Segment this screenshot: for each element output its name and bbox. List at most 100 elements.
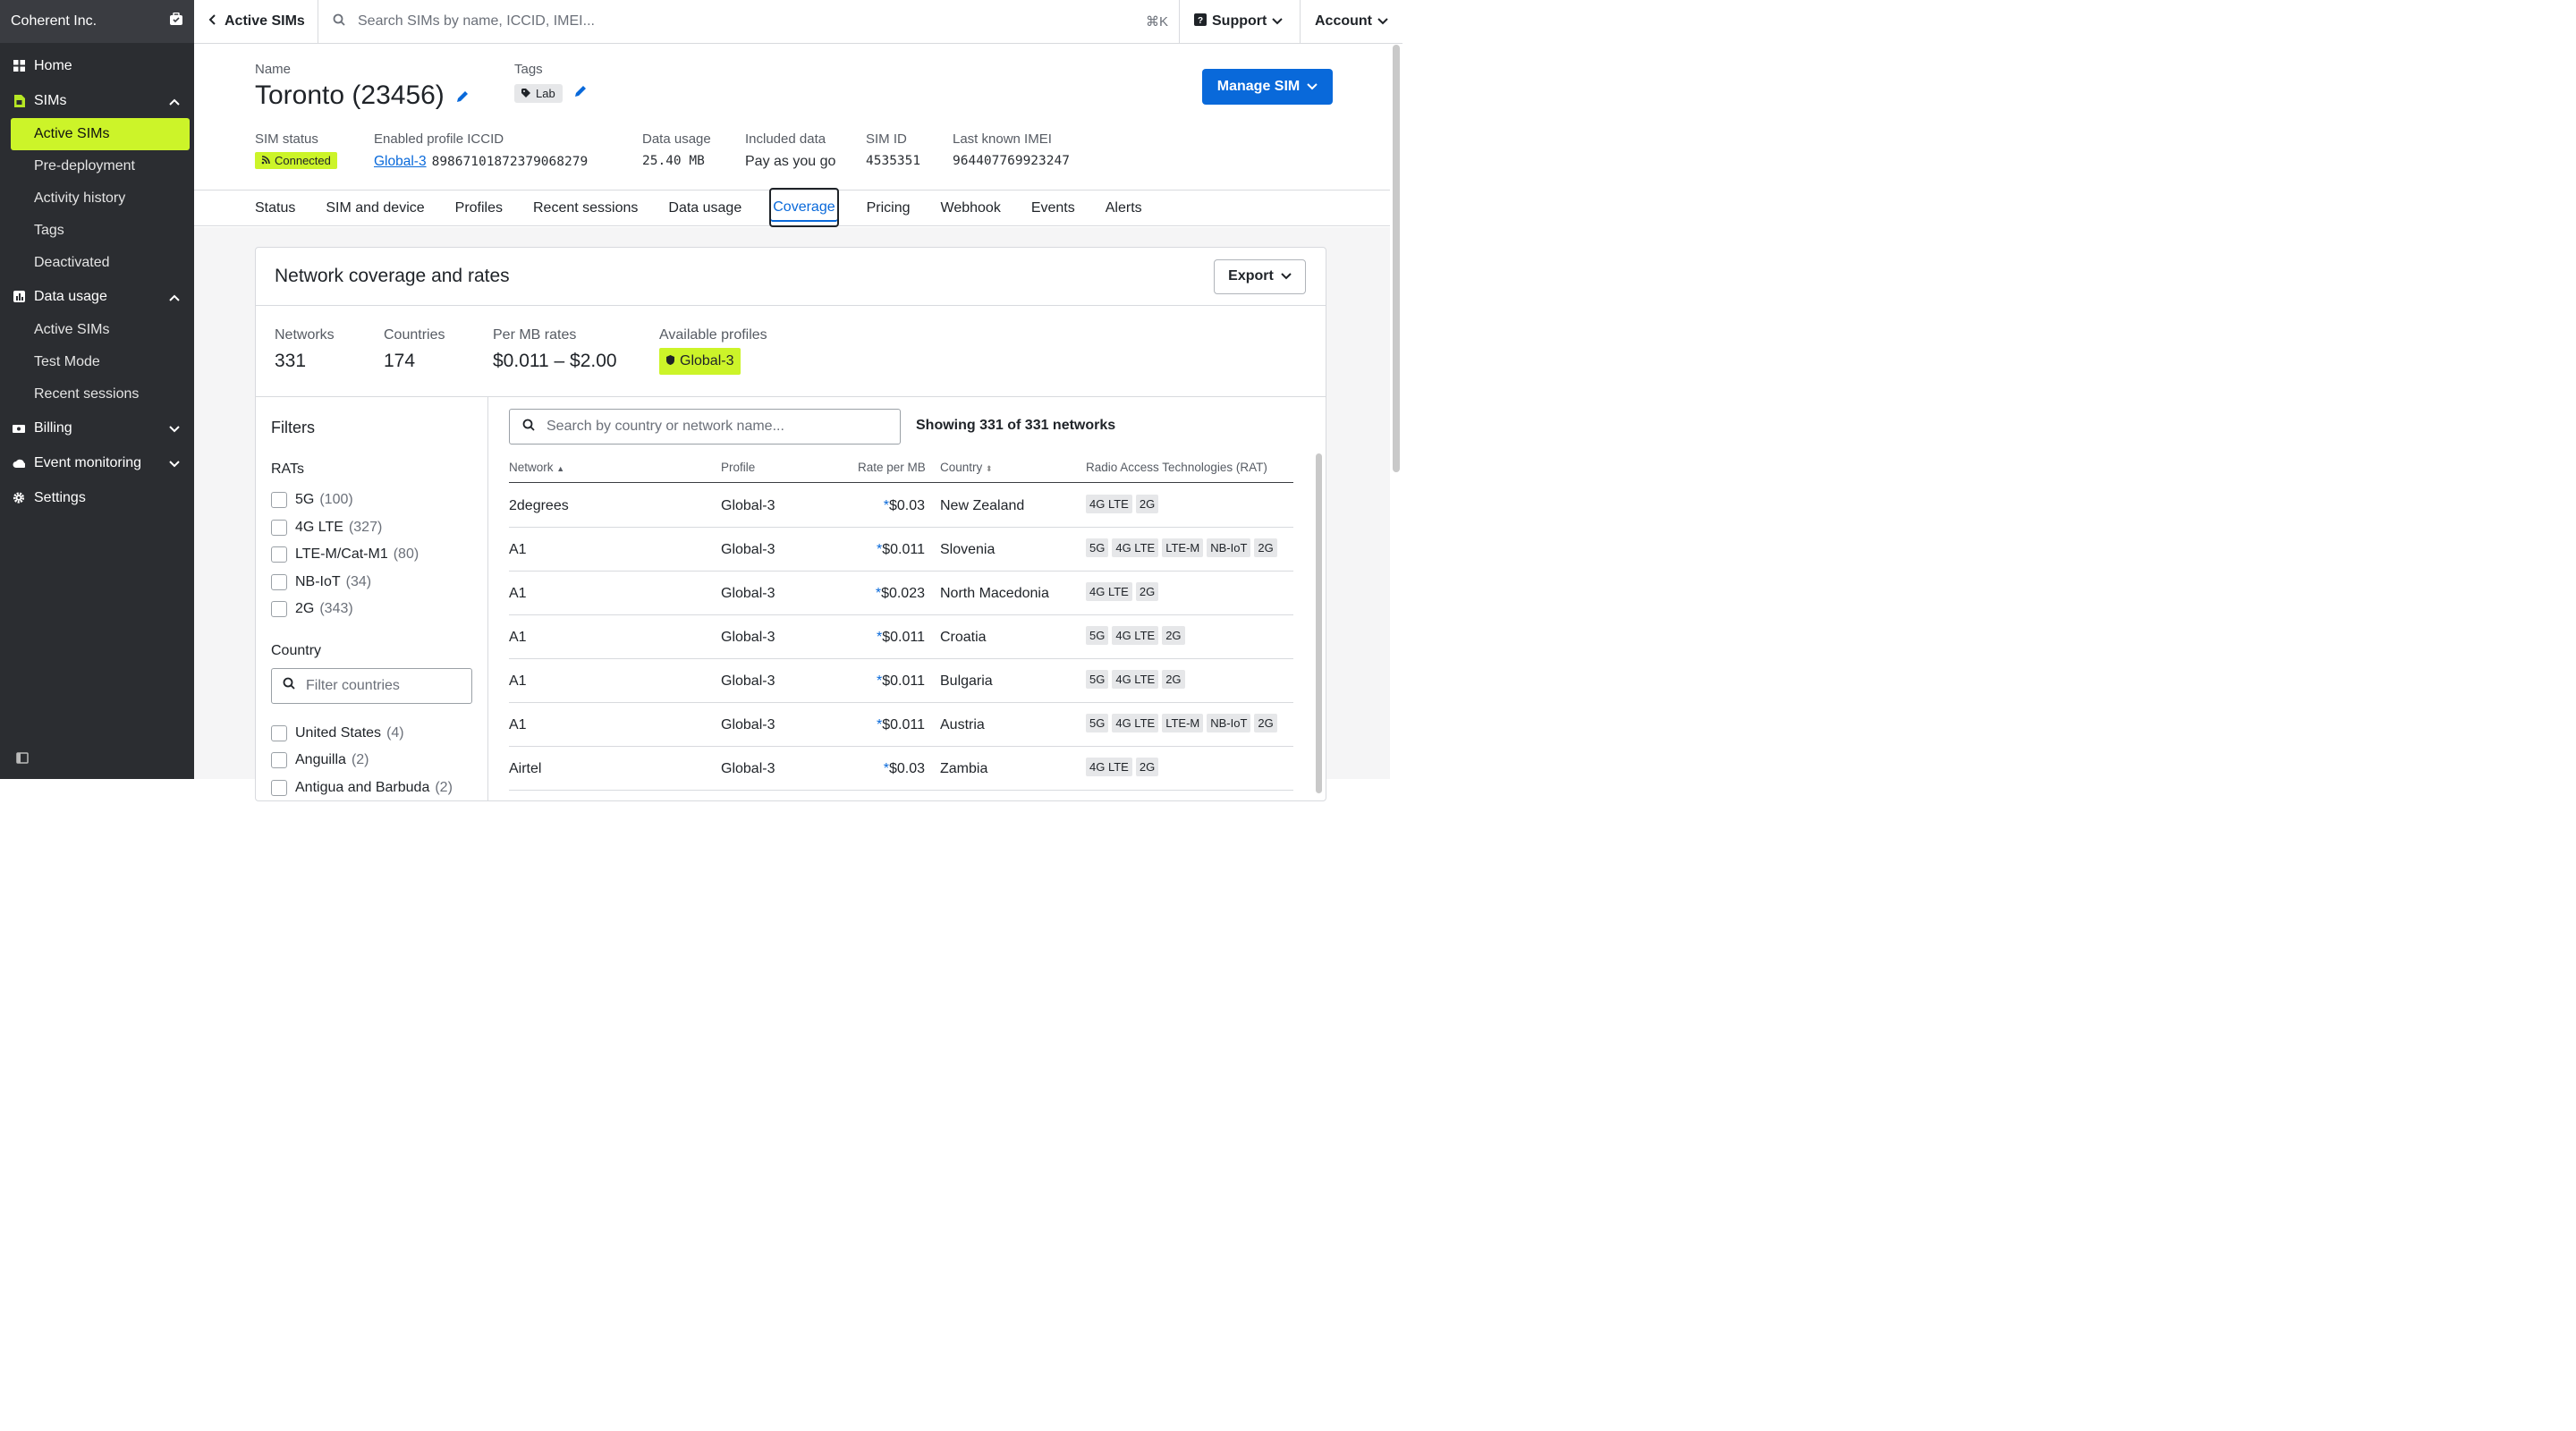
rat-badge: 4G LTE [1112, 538, 1159, 557]
page-scrollbar[interactable] [1392, 45, 1401, 474]
tab-events[interactable]: Events [1016, 191, 1090, 225]
cell-network: A1 [509, 586, 527, 601]
data-usage-value: 25.40 MB [642, 154, 705, 168]
rat-badge: 4G LTE [1086, 495, 1132, 513]
rat-badge: 4G LTE [1112, 714, 1159, 732]
org-switcher[interactable]: Coherent Inc. [0, 0, 194, 43]
rat-filter-count: (343) [319, 601, 353, 617]
cell-rate: *$0.011 [818, 630, 925, 646]
nav-event-monitoring[interactable]: Event monitoring [0, 445, 194, 480]
tab-coverage[interactable]: Coverage [769, 188, 839, 227]
chevron-up-icon [169, 94, 180, 110]
country-filter-checkbox[interactable]: Anguilla (2) [271, 747, 472, 775]
account-label: Account [1315, 13, 1372, 29]
cell-network: Airtel [509, 761, 542, 776]
tag-icon [521, 87, 530, 100]
rat-badge: 5G [1086, 714, 1109, 732]
chevron-down-icon [1272, 13, 1284, 30]
cell-rate: *$0.03 [818, 498, 925, 514]
rate-value: $0.011 [882, 717, 925, 732]
chevron-down-icon [1377, 13, 1388, 30]
nav-sims[interactable]: SIMs [0, 83, 194, 118]
nav-billing[interactable]: Billing [0, 411, 194, 445]
table-row: 2degrees Global-3 *$0.03 New Zealand 4G LTE 2… [509, 484, 1293, 528]
back-button[interactable]: Active SIMs [194, 0, 318, 43]
nav-tags[interactable]: Tags [0, 215, 194, 247]
tag-badge[interactable]: Lab [514, 84, 563, 103]
cell-rate: *$0.03 [818, 761, 925, 777]
nav-du-active-sims[interactable]: Active SIMs [0, 314, 194, 346]
cell-network: A1 [509, 673, 527, 689]
tab-pricing[interactable]: Pricing [852, 191, 926, 225]
tab-sim-and-device[interactable]: SIM and device [310, 191, 439, 225]
table-scrollbar[interactable] [1315, 453, 1324, 811]
sim-header: Name Toronto (23456) Tags Lab Manage SIM… [194, 44, 1390, 191]
sort-asc-icon: ▲ [556, 464, 565, 473]
cell-network: 2degrees [509, 498, 569, 513]
rat-filter-checkbox[interactable]: 2G (343) [271, 596, 472, 623]
tab-status[interactable]: Status [255, 191, 310, 225]
page-title: Toronto (23456) [255, 80, 445, 110]
iccid-profile-link[interactable]: Global-3 [374, 154, 427, 169]
tab-profiles[interactable]: Profiles [440, 191, 518, 225]
rat-badge: 5G [1086, 626, 1109, 645]
cell-rate: *$0.011 [818, 717, 925, 733]
cell-rat: 5G 4G LTE 2G [1086, 670, 1185, 689]
network-search-input[interactable]: Search by country or network name... [509, 409, 901, 445]
nav-settings-label: Settings [34, 489, 86, 505]
iccid-label: Enabled profile ICCID [374, 131, 504, 147]
country-filter-checkbox[interactable]: United States (4) [271, 720, 472, 748]
nav-activity-history[interactable]: Activity history [0, 182, 194, 215]
rat-filter-label: LTE-M/Cat-M1 [295, 546, 388, 563]
edit-tags-pencil-icon[interactable] [573, 84, 588, 103]
rat-filter-checkbox[interactable]: 4G LTE (327) [271, 514, 472, 542]
country-filter-checkbox[interactable]: Antigua and Barbuda (2) [271, 775, 472, 802]
rat-badge: 4G LTE [1086, 582, 1132, 601]
rat-filter-checkbox[interactable]: LTE-M/Cat-M1 (80) [271, 541, 472, 569]
nav-data-usage[interactable]: Data usage [0, 279, 194, 314]
manage-sim-button[interactable]: Manage SIM [1202, 69, 1333, 105]
nav-deactivated[interactable]: Deactivated [0, 247, 194, 279]
sort-icon: ⬍ [986, 464, 993, 473]
tab-alerts[interactable]: Alerts [1090, 191, 1157, 225]
rat-badge: 4G LTE [1086, 758, 1132, 776]
tab-webhook[interactable]: Webhook [926, 191, 1016, 225]
edit-name-pencil-icon[interactable] [455, 80, 470, 111]
account-button[interactable]: Account [1300, 0, 1402, 43]
sidebar-collapse-icon[interactable] [16, 752, 29, 768]
grid-icon [13, 60, 25, 72]
header-country[interactable]: Country ⬍ [940, 461, 993, 474]
cell-rate: *$0.023 [818, 586, 925, 602]
global-search-input[interactable]: Search SIMs by name, ICCID, IMEI... ⌘K [318, 0, 1179, 43]
svg-text:?: ? [1198, 16, 1203, 26]
nav-pre-deployment[interactable]: Pre-deployment [0, 150, 194, 182]
profile-badge-label: Global-3 [680, 353, 734, 368]
profiles-label: Available profiles [659, 327, 767, 343]
rat-badge: NB-IoT [1207, 538, 1251, 557]
country-filter-label: Anguilla [295, 752, 346, 768]
country-filter-input[interactable]: Filter countries [271, 667, 472, 704]
country-filter-placeholder: Filter countries [306, 677, 400, 693]
nav-home[interactable]: Home [0, 48, 194, 83]
cell-network: A1 [509, 630, 527, 645]
header-network[interactable]: Network ▲ [509, 461, 564, 474]
rat-filter-label: NB-IoT [295, 573, 341, 589]
export-button[interactable]: Export [1214, 258, 1306, 294]
nav-test-mode[interactable]: Test Mode [0, 346, 194, 378]
rat-filter-checkbox[interactable]: NB-IoT (34) [271, 569, 472, 597]
nav-recent-sessions[interactable]: Recent sessions [0, 378, 194, 411]
export-label: Export [1228, 268, 1274, 284]
nav-data-usage-label: Data usage [34, 288, 107, 304]
chevron-down-icon [169, 456, 180, 472]
rates-label: Per MB rates [493, 327, 577, 343]
status-badge: Connected [255, 152, 337, 169]
cell-rate: *$0.011 [818, 542, 925, 558]
tab-data-usage[interactable]: Data usage [653, 191, 757, 225]
shield-icon [666, 353, 674, 369]
rat-filter-count: (327) [348, 519, 383, 535]
nav-active-sims[interactable]: Active SIMs [11, 118, 190, 150]
nav-settings[interactable]: Settings [0, 480, 194, 515]
tab-recent-sessions[interactable]: Recent sessions [518, 191, 653, 225]
support-button[interactable]: ? Support [1179, 0, 1300, 43]
rat-filter-checkbox[interactable]: 5G (100) [271, 487, 472, 514]
